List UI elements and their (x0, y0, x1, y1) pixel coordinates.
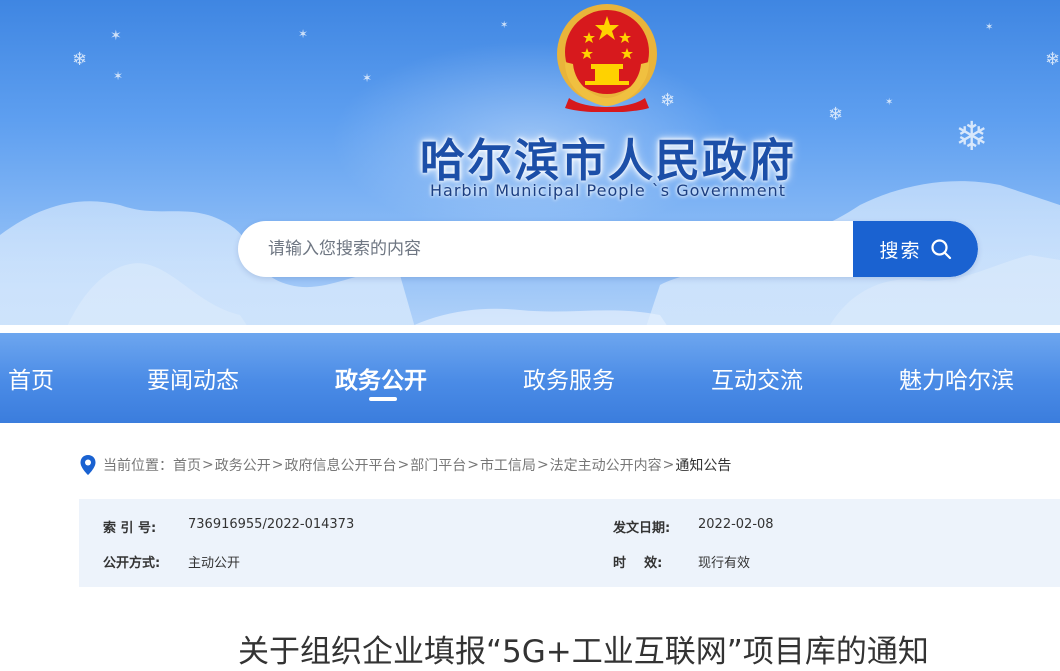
breadcrumb-separator: > (397, 457, 410, 473)
svg-text:✶: ✶ (500, 20, 508, 31)
nav-item-government-services[interactable]: 政务服务 (523, 361, 615, 395)
breadcrumb-department-platform[interactable]: 部门平台 (410, 455, 466, 475)
breadcrumb: 当前位置： 首页 > 政务公开 > 政府信息公开平台 > 部门平台 > 市工信局… (79, 454, 731, 476)
nav-item-home[interactable]: 首页 (8, 361, 54, 395)
article-title: 关于组织企业填报“5G+工业互联网”项目库的通知 (238, 634, 929, 670)
breadcrumb-separator: > (662, 457, 675, 473)
svg-text:❄: ❄ (955, 114, 989, 160)
search-button[interactable]: 搜索 (853, 221, 978, 277)
svg-text:✶: ✶ (985, 22, 993, 33)
location-pin-icon (80, 455, 96, 475)
search-bar: 搜索 (238, 221, 978, 277)
breadcrumb-prefix: 当前位置： (103, 458, 173, 474)
svg-text:❄: ❄ (72, 49, 87, 70)
disclosure-method-value: 主动公开 (188, 556, 241, 571)
disclosure-method-label: 公开方式: (103, 556, 161, 571)
breadcrumb-current: 通知公告 (675, 458, 732, 474)
index-number-value: 736916955/2022-014373 (188, 517, 355, 532)
breadcrumb-separator: > (202, 457, 214, 473)
validity-label: 时 效: (613, 556, 663, 571)
svg-text:✶: ✶ (113, 69, 123, 83)
document-meta-panel: 索 引 号: 736916955/2022-014373 发文日期: 2022-… (79, 499, 1060, 587)
issue-date-label: 发文日期: (613, 521, 671, 536)
nav-item-charm-harbin[interactable]: 魅力哈尔滨 (899, 361, 1014, 395)
svg-text:✶: ✶ (298, 27, 308, 41)
site-title: 哈尔滨市人民政府 (419, 134, 796, 187)
main-nav: 首页 要闻动态 政务公开 政务服务 互动交流 魅力哈尔滨 (0, 333, 1060, 423)
site-header: ✶ ✶ ✶ ❄ ✶ ✶ ❄ ❄ ❄ ❄ ✶ ✶ 哈尔滨市人民政府 Harbin … (0, 0, 1060, 345)
breadcrumb-industry-bureau[interactable]: 市工信局 (480, 455, 536, 475)
nav-active-indicator (369, 397, 397, 401)
validity-value: 现行有效 (698, 556, 751, 571)
svg-text:✶: ✶ (885, 97, 893, 108)
index-number-label: 索 引 号: (103, 521, 157, 536)
breadcrumb-government-affairs[interactable]: 政务公开 (215, 455, 271, 475)
search-icon (930, 239, 951, 260)
breadcrumb-separator: > (467, 457, 479, 473)
search-input[interactable] (238, 221, 853, 277)
breadcrumb-home[interactable]: 首页 (173, 455, 201, 475)
breadcrumb-info-platform[interactable]: 政府信息公开平台 (284, 455, 396, 475)
search-button-label: 搜索 (879, 239, 922, 262)
svg-text:❄: ❄ (1045, 49, 1060, 70)
nav-item-government-affairs[interactable]: 政务公开 (335, 361, 427, 395)
breadcrumb-separator: > (271, 457, 284, 473)
svg-text:❄: ❄ (660, 90, 675, 111)
nav-item-interaction[interactable]: 互动交流 (711, 361, 803, 395)
svg-text:✶: ✶ (362, 71, 372, 85)
site-subtitle: Harbin Municipal People `s Government (430, 181, 786, 200)
national-emblem-icon (557, 4, 657, 112)
breadcrumb-public-content[interactable]: 法定主动公开内容 (550, 455, 662, 475)
nav-item-news[interactable]: 要闻动态 (147, 361, 239, 395)
svg-text:✶: ✶ (110, 28, 122, 44)
breadcrumb-separator: > (536, 457, 549, 473)
issue-date-value: 2022-02-08 (698, 517, 774, 532)
svg-text:❄: ❄ (828, 104, 843, 125)
